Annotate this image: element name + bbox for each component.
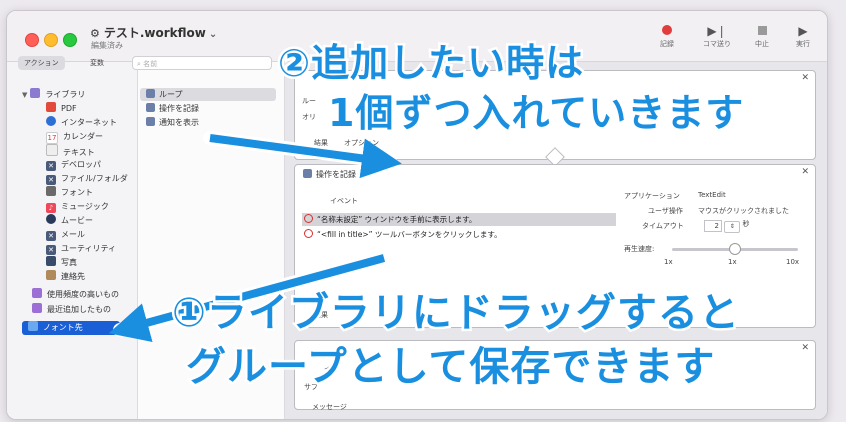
annotation-line-2: 1個ずつ入れていきます xyxy=(325,89,745,138)
annotation-line-3: ①ライブラリにドラッグすると xyxy=(170,288,742,339)
annotation-line-1: ②追加したい時は xyxy=(275,39,585,88)
annotation-line-4: グループとして保存できます xyxy=(183,342,716,393)
arrow-to-workflow xyxy=(209,134,402,179)
